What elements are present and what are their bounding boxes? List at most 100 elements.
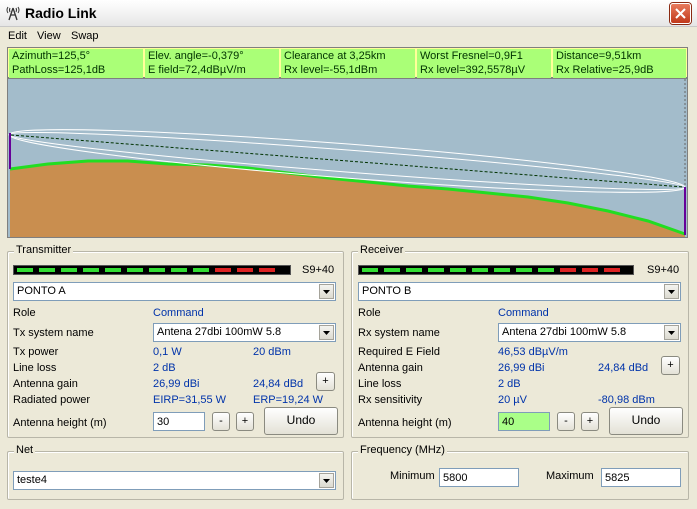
tx-system-select[interactable]: Antena 27dbi 100mW 5.8 [153, 323, 336, 342]
transmitter-title: Transmitter [14, 244, 74, 256]
info-pathloss: PathLoss=125,1dB [9, 63, 143, 78]
frequency-max-label: Maximum [546, 470, 594, 482]
frequency-title: Frequency (MHz) [358, 444, 447, 456]
led [494, 268, 510, 272]
tx-power-label: Tx power [13, 346, 59, 358]
chevron-down-icon [323, 290, 330, 294]
rx-height-plus-button[interactable]: + [581, 412, 599, 431]
frequency-group: Frequency (MHz) Minimum Maximum [351, 444, 689, 500]
tx-system-dropdown-button[interactable] [319, 325, 334, 340]
rx-site-select[interactable]: PONTO B [358, 282, 681, 301]
net-select[interactable]: teste4 [13, 471, 336, 490]
rx-site-dropdown-button[interactable] [664, 284, 679, 299]
rx-efield-label: Required E Field [358, 346, 440, 358]
net-group: Net teste4 [7, 444, 344, 500]
led [472, 268, 488, 272]
led [582, 268, 598, 272]
menu-view[interactable]: View [37, 30, 61, 42]
tx-radiated-label: Radiated power [13, 394, 91, 406]
tx-system-label: Tx system name [13, 327, 94, 339]
info-clearance: Clearance at 3,25km [281, 49, 415, 64]
radio-tower-icon [6, 6, 20, 21]
frequency-max-input[interactable] [601, 468, 681, 487]
led [171, 268, 187, 272]
rx-signal-label: S9+40 [647, 264, 680, 276]
rx-system-select[interactable]: Antena 27dbi 100mW 5.8 [498, 323, 681, 342]
rx-site-value: PONTO B [362, 285, 412, 297]
info-azimuth: Azimuth=125,5° [9, 49, 143, 64]
close-icon [675, 8, 686, 19]
tx-site-select[interactable]: PONTO A [13, 282, 336, 301]
tx-system-value: Antena 27dbi 100mW 5.8 [157, 326, 282, 338]
profile-svg [8, 79, 686, 237]
led [127, 268, 143, 272]
rx-height-input[interactable] [498, 412, 550, 431]
led [39, 268, 55, 272]
tx-role-label: Role [13, 307, 36, 319]
rx-role-label: Role [358, 307, 381, 319]
led [384, 268, 400, 272]
info-rx-level-dbm: Rx level=-55,1dBm [281, 63, 415, 78]
rx-undo-button[interactable]: Undo [609, 407, 683, 435]
led [428, 268, 444, 272]
menu-edit[interactable]: Edit [8, 30, 27, 42]
tx-site-dropdown-button[interactable] [319, 284, 334, 299]
rx-height-minus-button[interactable]: - [557, 412, 575, 431]
led [149, 268, 165, 272]
tx-height-plus-button[interactable]: + [236, 412, 254, 431]
tx-height-input[interactable] [153, 412, 205, 431]
tx-height-label: Antenna height (m) [13, 417, 107, 429]
led [61, 268, 77, 272]
frequency-min-input[interactable] [439, 468, 519, 487]
tx-role-value: Command [153, 307, 204, 319]
info-efield: E field=72,4dBµV/m [145, 63, 279, 78]
led [604, 268, 620, 272]
rx-lineloss-label: Line loss [358, 378, 402, 390]
led [215, 268, 231, 272]
chevron-down-icon [668, 331, 675, 335]
chevron-down-icon [323, 479, 330, 483]
menu-swap[interactable]: Swap [71, 30, 99, 42]
led [560, 268, 576, 272]
rx-system-value: Antena 27dbi 100mW 5.8 [502, 326, 627, 338]
tx-signal-label: S9+40 [302, 264, 335, 276]
title-bar[interactable]: Radio Link [0, 0, 697, 27]
tx-erp: ERP=19,24 W [253, 394, 324, 406]
tx-height-minus-button[interactable]: - [212, 412, 230, 431]
chevron-down-icon [323, 331, 330, 335]
net-title: Net [14, 444, 36, 456]
rx-system-label: Rx system name [358, 327, 440, 339]
tx-site-value: PONTO A [17, 285, 66, 297]
net-value: teste4 [17, 474, 47, 486]
rx-system-dropdown-button[interactable] [664, 325, 679, 340]
path-profile [7, 78, 688, 238]
led [406, 268, 422, 272]
rx-gain-dbd: 24,84 dBd [598, 362, 649, 374]
led [259, 268, 275, 272]
link-info-bar: Azimuth=125,5° Elev. angle=-0,379° Clear… [7, 47, 688, 78]
tx-gain-dbd: 24,84 dBd [253, 378, 304, 390]
led [83, 268, 99, 272]
rx-height-label: Antenna height (m) [358, 417, 452, 429]
chevron-down-icon [668, 290, 675, 294]
net-dropdown-button[interactable] [319, 473, 334, 488]
info-rx-relative: Rx Relative=25,9dB [553, 63, 686, 78]
close-button[interactable] [670, 3, 691, 24]
rx-gain-plus-button[interactable]: + [661, 356, 680, 375]
led [105, 268, 121, 272]
tx-gain-plus-button[interactable]: + [316, 372, 335, 391]
tx-power-w: 0,1 W [153, 346, 182, 358]
led [362, 268, 378, 272]
led [450, 268, 466, 272]
led [17, 268, 33, 272]
tx-gain-dbi: 26,99 dBi [153, 378, 200, 390]
tx-signal-meter [13, 265, 291, 275]
rx-gain-dbi: 26,99 dBi [498, 362, 545, 374]
transmitter-group: Transmitter S9+40 PONTO A Role Command T… [7, 244, 344, 438]
led [538, 268, 554, 272]
rx-signal-meter [358, 265, 634, 275]
tx-undo-button[interactable]: Undo [264, 407, 338, 435]
info-fresnel: Worst Fresnel=0,9F1 [417, 49, 551, 64]
receiver-group: Receiver S9+40 PONTO B Role Command Rx s… [351, 244, 689, 438]
led [237, 268, 253, 272]
